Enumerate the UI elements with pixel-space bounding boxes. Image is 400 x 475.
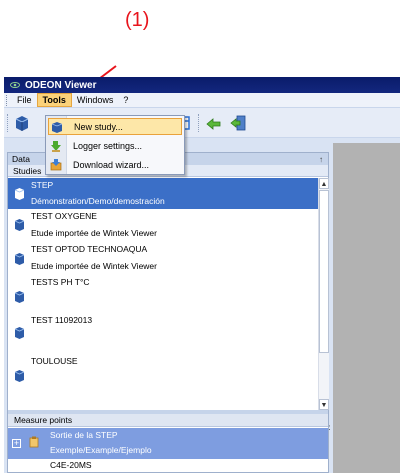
- measure-point-description: Exemple/Example/Ejemplo: [50, 445, 152, 455]
- exit-door-icon[interactable]: [228, 113, 248, 133]
- annotation-label: (1): [125, 9, 150, 31]
- data-panel: Data ↑ Studies STEP Démonstration/Demo/d…: [7, 152, 330, 473]
- study-name: TESTS PH T°C: [31, 277, 90, 287]
- expand-icon[interactable]: +: [12, 439, 21, 448]
- menu-bar: File Tools Windows ?: [4, 93, 400, 108]
- tools-dropdown: New study... Logger settings... Download…: [45, 115, 185, 175]
- study-name: STEP: [31, 180, 54, 190]
- list-item-study[interactable]: TESTS PH T°C: [8, 276, 318, 310]
- study-icon: [14, 370, 25, 382]
- scroll-thumb[interactable]: [319, 190, 329, 353]
- toolbar-grip: [7, 114, 9, 132]
- menu-help[interactable]: ?: [118, 93, 133, 107]
- menu-item-label: Logger settings...: [73, 140, 143, 151]
- scroll-down-icon[interactable]: ▼: [319, 399, 329, 410]
- measure-point-icon: [29, 436, 39, 448]
- window-title: ODEON Viewer: [25, 79, 97, 91]
- toolbar-separator: [198, 114, 200, 132]
- study-icon: [14, 253, 25, 265]
- study-name: TOULOUSE: [31, 356, 78, 366]
- eye-icon: [10, 82, 20, 88]
- study-icon: [14, 188, 25, 200]
- list-item-study[interactable]: TOULOUSE: [8, 348, 318, 388]
- study-name: TEST 11092013: [31, 315, 93, 325]
- list-item-study[interactable]: TEST 11092013: [8, 310, 318, 348]
- study-name: TEST OXYGENE: [31, 211, 97, 221]
- menu-item-download-wizard[interactable]: Download wizard...: [48, 156, 182, 173]
- pin-icon[interactable]: ↑: [319, 155, 323, 164]
- study-icon: [14, 291, 25, 303]
- menu-item-new-study[interactable]: New study...: [48, 118, 182, 135]
- list-item-measure-point[interactable]: + Sortie de la STEP Exemple/Example/Ejem…: [8, 428, 328, 459]
- new-study-icon[interactable]: [12, 113, 32, 133]
- study-name: TEST OPTOD TECHNOAQUA: [31, 244, 148, 254]
- study-description: Etude importée de Wintek Viewer: [31, 261, 157, 271]
- download-wizard-icon: [50, 158, 62, 170]
- measure-point-name: Sortie de la STEP: [50, 430, 118, 440]
- scroll-up-icon[interactable]: ▲: [319, 178, 329, 189]
- study-description: Démonstration/Demo/demostración: [31, 196, 165, 206]
- menu-item-label: New study...: [74, 121, 123, 132]
- menu-item-label: Download wizard...: [73, 159, 150, 170]
- studies-list[interactable]: STEP Démonstration/Demo/demostración TES…: [8, 178, 318, 410]
- measure-point-name: C4E-20MS: [50, 460, 92, 470]
- list-item-study[interactable]: TEST OPTOD TECHNOAQUA Etude importée de …: [8, 242, 318, 276]
- studies-scrollbar[interactable]: ▲ ▼: [318, 178, 329, 410]
- new-study-icon: [51, 121, 63, 133]
- study-description: Etude importée de Wintek Viewer: [31, 228, 157, 238]
- logger-settings-icon: [51, 140, 61, 152]
- workspace-area: [333, 143, 400, 473]
- study-icon: [14, 219, 25, 231]
- menu-grip[interactable]: [6, 94, 9, 106]
- data-panel-title: Data: [12, 154, 30, 164]
- list-item-study[interactable]: STEP Démonstration/Demo/demostración: [8, 178, 318, 209]
- menu-tools[interactable]: Tools: [36, 93, 72, 107]
- study-icon: [14, 327, 25, 339]
- menu-item-logger-settings[interactable]: Logger settings...: [48, 137, 182, 154]
- list-item-study[interactable]: TEST OXYGENE Etude importée de Wintek Vi…: [8, 209, 318, 242]
- import-arrow-icon[interactable]: [204, 113, 224, 133]
- title-bar: ODEON Viewer: [4, 77, 400, 93]
- measure-points-header: Measure points: [8, 414, 328, 427]
- menu-file[interactable]: File: [12, 93, 37, 107]
- menu-windows[interactable]: Windows: [72, 93, 119, 107]
